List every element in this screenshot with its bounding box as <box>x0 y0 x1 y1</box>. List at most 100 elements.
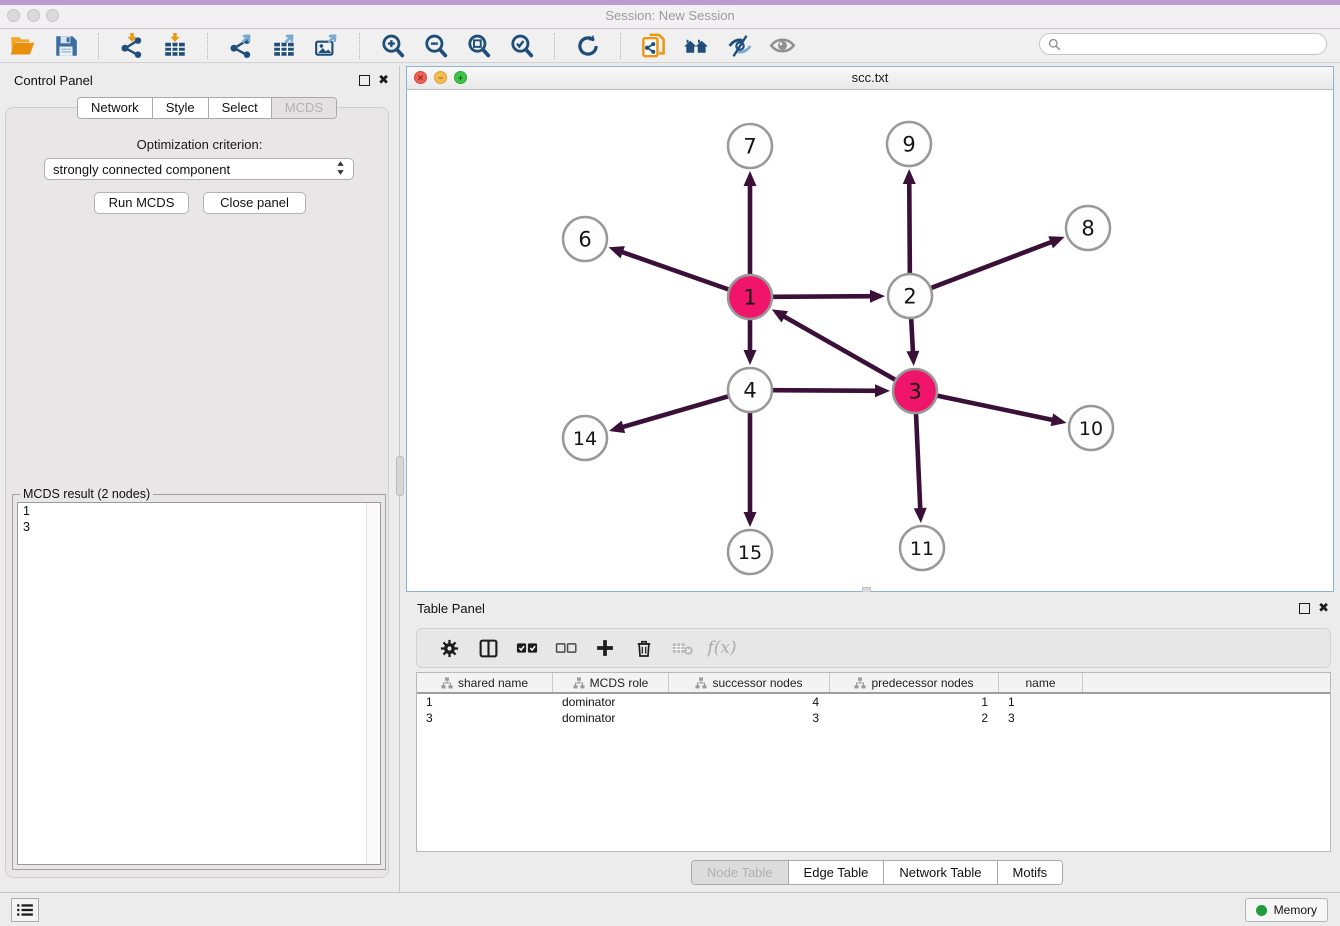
graph-node-3[interactable]: 3 <box>893 369 937 413</box>
select-all-checkboxes-icon[interactable] <box>515 636 539 660</box>
table-row[interactable]: 1dominator411 <box>417 694 1330 710</box>
clone-network-icon[interactable] <box>640 32 667 59</box>
column-header-predecessor-nodes[interactable]: predecessor nodes <box>830 673 999 692</box>
table-cell[interactable]: 1 <box>830 694 999 710</box>
node-table: shared nameMCDS rolesuccessor nodesprede… <box>416 672 1331 852</box>
table-cell[interactable]: 4 <box>669 694 830 710</box>
zoom-selected-icon[interactable] <box>508 32 535 59</box>
graph-edge-4-14[interactable] <box>620 396 728 428</box>
import-table-icon[interactable] <box>161 32 188 59</box>
export-image-icon[interactable] <box>313 32 340 59</box>
float-panel-icon[interactable] <box>359 75 370 86</box>
graph-node-14[interactable]: 14 <box>563 416 607 460</box>
table-cell[interactable]: 3 <box>669 710 830 726</box>
gear-icon[interactable] <box>437 636 461 660</box>
zoom-in-icon[interactable] <box>379 32 406 59</box>
graph-edge-3-1[interactable] <box>781 315 895 380</box>
table-cell[interactable]: dominator <box>553 710 669 726</box>
zoom-out-icon[interactable] <box>422 32 449 59</box>
split-columns-icon[interactable] <box>476 636 500 660</box>
result-line: 1 <box>18 503 380 519</box>
close-table-panel-icon[interactable]: ✖ <box>1318 600 1329 615</box>
hierarchy-icon <box>441 677 453 689</box>
graph-node-7[interactable]: 7 <box>728 124 772 168</box>
column-header-successor-nodes[interactable]: successor nodes <box>669 673 830 692</box>
column-header-label: name <box>1025 676 1055 690</box>
maximize-view-icon[interactable]: + <box>454 71 467 84</box>
tab-network-table[interactable]: Network Table <box>883 861 996 884</box>
close-view-icon[interactable]: ✕ <box>414 71 427 84</box>
table-cell[interactable]: 3 <box>999 710 1083 726</box>
column-header-shared-name[interactable]: shared name <box>417 673 553 692</box>
graph-node-4[interactable]: 4 <box>728 368 772 412</box>
export-network-icon[interactable] <box>227 32 254 59</box>
tab-edge-table[interactable]: Edge Table <box>788 861 884 884</box>
graph-node-8[interactable]: 8 <box>1066 206 1110 250</box>
graph-node-2[interactable]: 2 <box>888 274 932 318</box>
save-session-icon[interactable] <box>52 32 79 59</box>
search-box[interactable] <box>1039 33 1327 55</box>
zoom-fit-icon[interactable] <box>465 32 492 59</box>
refresh-layout-icon[interactable] <box>574 32 601 59</box>
graph-node-6[interactable]: 6 <box>563 217 607 261</box>
column-header-mcds-role[interactable]: MCDS role <box>553 673 669 692</box>
graph-edge-2-8[interactable] <box>931 241 1054 288</box>
graph-edge-arrowhead <box>609 421 625 433</box>
deselect-all-checkboxes-icon[interactable] <box>554 636 578 660</box>
show-hide-graphics-icon[interactable] <box>769 32 796 59</box>
graph-node-label: 3 <box>908 380 921 404</box>
fx-label: f(x) <box>707 638 736 658</box>
graph-edge-3-11[interactable] <box>916 414 920 512</box>
float-table-panel-icon[interactable] <box>1299 603 1310 614</box>
column-header-name[interactable]: name <box>999 673 1083 692</box>
mcds-result-groupbox: MCDS result (2 nodes) 13 <box>12 494 386 870</box>
graph-node-label: 6 <box>578 228 591 252</box>
graph-edge-2-9[interactable] <box>909 180 910 273</box>
open-session-icon[interactable] <box>9 32 36 59</box>
hierarchy-icon <box>695 677 707 689</box>
graph-edge-1-6[interactable] <box>619 251 728 289</box>
graph-node-15[interactable]: 15 <box>728 530 772 574</box>
minimize-view-icon[interactable]: − <box>434 71 447 84</box>
show-all-networks-icon[interactable] <box>683 32 710 59</box>
control-panel: Control Panel ✖ NetworkStyleSelectMCDS O… <box>0 66 400 892</box>
graph-edge-3-10[interactable] <box>938 396 1056 421</box>
task-history-button[interactable] <box>11 898 39 922</box>
application-window: Session: New Session Control Panel ✖ Net… <box>0 0 1340 926</box>
export-table-icon[interactable] <box>270 32 297 59</box>
network-canvas[interactable]: 1 2 3 4 6 7 8 9 10 11 14 15 <box>407 89 1333 591</box>
graph-edge-1-2[interactable] <box>773 296 874 297</box>
graph-node-10[interactable]: 10 <box>1069 406 1113 450</box>
graph-edge-arrowhead <box>744 512 757 527</box>
graph-node-9[interactable]: 9 <box>887 122 931 166</box>
mcds-result-text[interactable]: 13 <box>17 502 381 865</box>
delete-column-icon[interactable] <box>632 636 656 660</box>
table-cell[interactable]: 1 <box>417 694 553 710</box>
add-column-icon[interactable] <box>593 636 617 660</box>
graph-edge-2-3[interactable] <box>911 319 913 355</box>
mcds-result-title: MCDS result (2 nodes) <box>20 487 153 501</box>
search-input[interactable] <box>1066 36 1318 52</box>
result-scrollbar[interactable] <box>366 503 380 864</box>
toolbar-separator <box>98 33 99 59</box>
memory-label: Memory <box>1274 903 1317 917</box>
graph-node-1[interactable]: 1 <box>728 275 772 319</box>
table-cell[interactable]: 2 <box>830 710 999 726</box>
memory-button[interactable]: Memory <box>1245 898 1328 922</box>
table-row[interactable]: 3dominator323 <box>417 710 1330 726</box>
tab-motifs[interactable]: Motifs <box>997 861 1063 884</box>
network-window-titlebar[interactable]: ✕ − + scc.txt <box>407 67 1333 90</box>
import-network-icon[interactable] <box>118 32 145 59</box>
result-line: 3 <box>18 519 380 535</box>
close-panel-icon[interactable]: ✖ <box>378 72 389 87</box>
table-cell[interactable]: 1 <box>999 694 1083 710</box>
graph-node-11[interactable]: 11 <box>900 526 944 570</box>
hierarchy-icon <box>854 677 866 689</box>
tab-node-table[interactable]: Node Table <box>692 861 788 884</box>
graph-edge-arrowhead <box>875 384 890 397</box>
table-cell[interactable]: 3 <box>417 710 553 726</box>
table-cell[interactable]: dominator <box>553 694 669 710</box>
show-style-icon[interactable] <box>726 32 753 59</box>
graph-edge-4-3[interactable] <box>773 390 879 391</box>
panel-split-grip[interactable] <box>396 456 404 496</box>
